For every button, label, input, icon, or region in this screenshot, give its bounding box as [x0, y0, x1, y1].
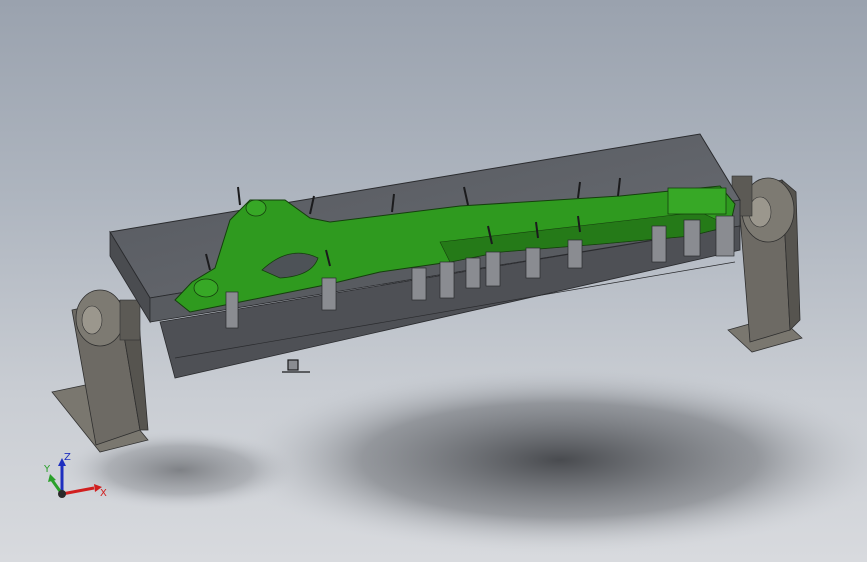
floor-shadow: [230, 365, 867, 555]
left-support-stand[interactable]: [51, 289, 149, 453]
underside-clamp[interactable]: [282, 359, 310, 373]
coordinate-triad: X Y Z: [43, 452, 107, 499]
y-axis-label: Y: [43, 464, 51, 475]
y-arrow-head-icon: [48, 474, 56, 482]
x-axis-arrow: [61, 486, 95, 496]
assembly-model[interactable]: [0, 0, 867, 562]
x-axis-label: X: [100, 488, 107, 499]
cad-graphics-viewport[interactable]: X Y Z: [0, 0, 867, 562]
origin-icon: [58, 490, 66, 498]
z-axis-label: Z: [64, 452, 71, 463]
